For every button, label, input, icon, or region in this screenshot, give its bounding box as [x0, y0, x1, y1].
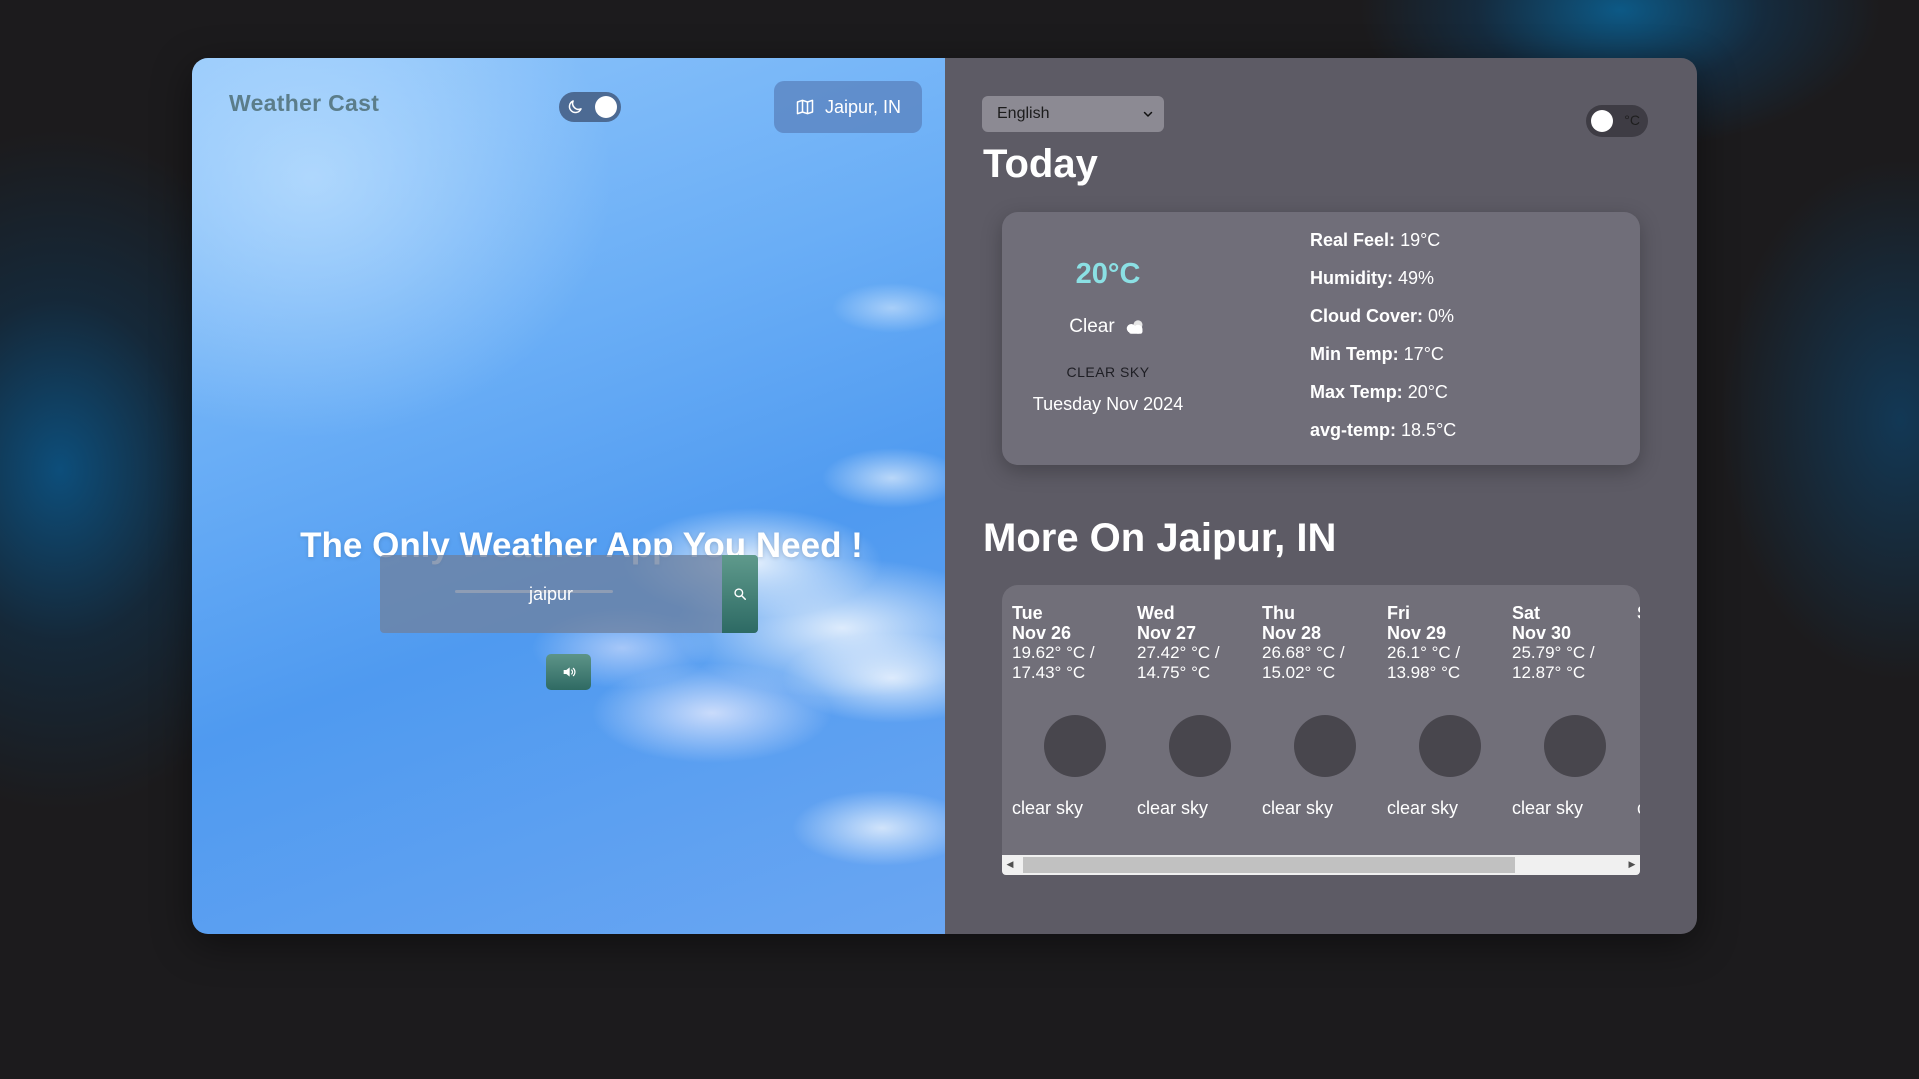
today-heading: Today	[983, 142, 1098, 186]
weather-icon	[1419, 715, 1481, 777]
forecast-temp-low: 14.75° °C	[1137, 663, 1211, 682]
forecast-date: Nov 30	[1512, 623, 1572, 643]
toggle-knob	[595, 96, 617, 118]
forecast-day-card: Sat Nov 30 25.79° °C / 12.87° °C clear s…	[1512, 603, 1637, 828]
forecast-desc: c	[1637, 798, 1640, 819]
location-label: Jaipur, IN	[824, 96, 902, 117]
hero-panel: Weather Cast Jaipur, IN The Only Weather…	[192, 58, 945, 934]
forecast-temp-low: 15.02° °C	[1262, 663, 1336, 682]
forecast-day-card: Tue Nov 26 19.62° °C / 17.43° °C clear s…	[1012, 603, 1137, 828]
forecast-temp-low: 13.98° °C	[1387, 663, 1461, 682]
dark-mode-toggle[interactable]	[559, 92, 621, 122]
forecast-day: Sat	[1512, 603, 1541, 623]
forecast-day: Fri	[1387, 603, 1411, 623]
weather-icon	[1544, 715, 1606, 777]
forecast-day-card: S c	[1637, 603, 1640, 828]
stat-max-temp: Max Temp: 20°C	[1310, 382, 1448, 402]
brand-title: Weather Cast	[229, 90, 380, 116]
weather-icon	[1169, 715, 1231, 777]
scroll-right-arrow[interactable]: ▶	[1624, 855, 1640, 875]
stat-avg-temp: avg-temp: 18.5°C	[1310, 420, 1457, 440]
map-icon	[796, 99, 814, 115]
forecast-day: Thu	[1262, 603, 1295, 623]
forecast-temp-high: 19.62° °C /	[1012, 643, 1095, 662]
today-stats: Real Feel: 19°C Humidity: 49% Cloud Cove…	[1310, 228, 1456, 456]
speaker-icon	[563, 667, 575, 677]
chevron-down-icon	[1143, 111, 1153, 117]
forecast-day-card: Fri Nov 29 26.1° °C / 13.98° °C clear sk…	[1387, 603, 1512, 828]
cloud-icon	[1126, 320, 1143, 334]
condition-label: Clear	[1069, 316, 1115, 337]
forecast-day-card: Wed Nov 27 27.42° °C / 14.75° °C clear s…	[1137, 603, 1262, 828]
details-panel: English °C Today 20°C Clear CLEAR SKY Tu…	[945, 58, 1697, 934]
unit-toggle[interactable]: °C	[1586, 105, 1648, 137]
horizontal-scrollbar[interactable]: ◀ ▶	[1002, 855, 1640, 875]
forecast-day: Wed	[1137, 603, 1175, 623]
forecast-scroller[interactable]: Tue Nov 26 19.62° °C / 17.43° °C clear s…	[1002, 585, 1640, 875]
unit-toggle-knob	[1591, 110, 1613, 132]
forecast-date: Nov 27	[1137, 623, 1197, 643]
search-icon	[734, 588, 747, 601]
scroll-left-arrow[interactable]: ◀	[1002, 855, 1018, 875]
weather-icon	[1294, 715, 1356, 777]
forecast-desc: clear sky	[1012, 798, 1084, 818]
condition-description: CLEAR SKY	[1066, 364, 1150, 380]
language-select[interactable]: English	[982, 96, 1164, 132]
forecast-date: Nov 26	[1012, 623, 1072, 643]
forecast-date: Nov 29	[1387, 623, 1447, 643]
app-card: Weather Cast Jaipur, IN The Only Weather…	[192, 58, 1697, 934]
forecast-desc: clear sky	[1137, 798, 1209, 818]
speak-button[interactable]	[546, 654, 591, 690]
scrollbar-thumb[interactable]	[1023, 857, 1515, 873]
moon-icon	[568, 100, 582, 114]
search-input[interactable]	[380, 555, 722, 633]
forecast-temp-high: 25.79° °C /	[1512, 643, 1595, 662]
forecast-temp-low: 17.43° °C	[1012, 663, 1086, 682]
forecast-desc: clear sky	[1262, 798, 1334, 818]
search-button[interactable]	[722, 555, 758, 633]
stat-cloud-cover: Cloud Cover: 0%	[1310, 306, 1455, 326]
language-value: English	[997, 105, 1050, 122]
forecast-temp-high: 26.68° °C /	[1262, 643, 1345, 662]
stat-real-feel: Real Feel: 19°C	[1310, 230, 1441, 250]
forecast-day-card: Thu Nov 28 26.68° °C / 15.02° °C clear s…	[1262, 603, 1387, 828]
today-summary: 20°C Clear CLEAR SKY Tuesday Nov 2024	[1002, 212, 1214, 465]
forecast-row: Tue Nov 26 19.62° °C / 17.43° °C clear s…	[1012, 603, 1640, 828]
forecast-temp-low: 12.87° °C	[1512, 663, 1586, 682]
today-card: 20°C Clear CLEAR SKY Tuesday Nov 2024 Re…	[1002, 212, 1640, 465]
forecast-desc: clear sky	[1512, 798, 1584, 818]
forecast-day: S	[1637, 603, 1640, 623]
current-temperature: 20°C	[1075, 258, 1141, 290]
condition-row: Clear	[1002, 316, 1214, 338]
forecast-heading: More On Jaipur, IN	[983, 516, 1337, 560]
weather-icon	[1044, 715, 1106, 777]
stat-min-temp: Min Temp: 17°C	[1310, 344, 1444, 364]
stat-humidity: Humidity: 49%	[1310, 268, 1435, 288]
forecast-day: Tue	[1012, 603, 1043, 623]
search-bar	[380, 555, 758, 633]
forecast-temp-high: 27.42° °C /	[1137, 643, 1220, 662]
unit-label: °C	[1624, 112, 1640, 128]
current-date: Tuesday Nov 2024	[1032, 394, 1184, 414]
forecast-desc: clear sky	[1387, 798, 1459, 818]
forecast-date: Nov 28	[1262, 623, 1322, 643]
forecast-temp-high: 26.1° °C /	[1387, 643, 1461, 662]
location-button[interactable]: Jaipur, IN	[774, 81, 922, 133]
